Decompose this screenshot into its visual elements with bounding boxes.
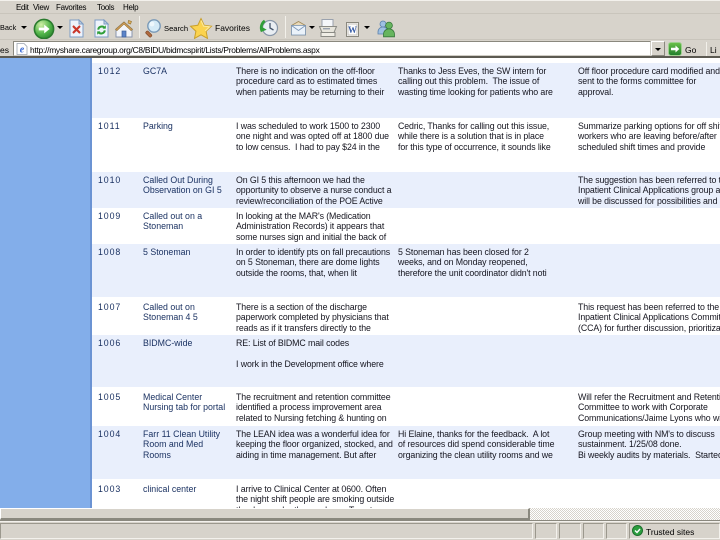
svg-text:e: e (20, 45, 25, 56)
svg-text:W: W (348, 25, 357, 35)
